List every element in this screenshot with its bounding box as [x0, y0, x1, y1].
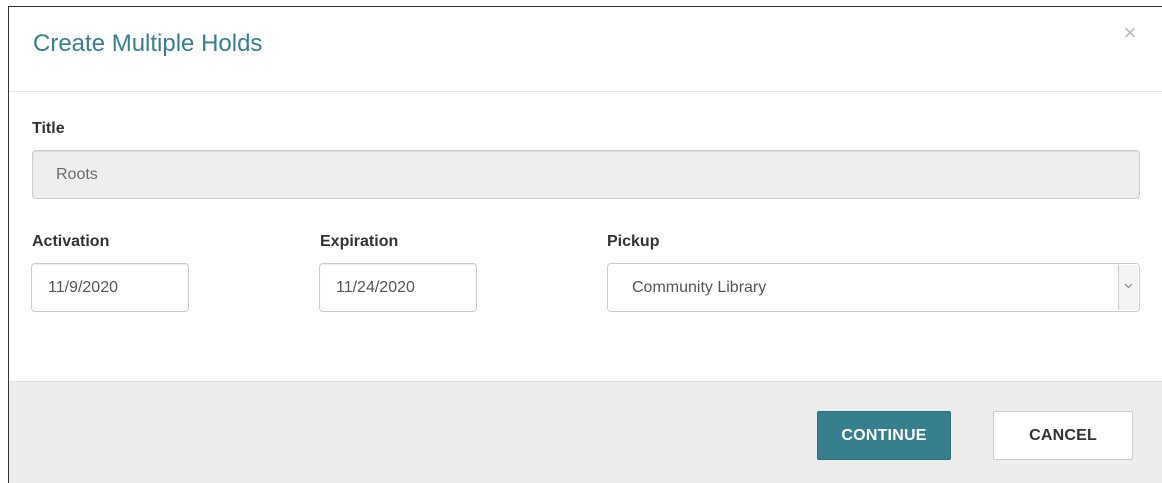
continue-button[interactable]: CONTINUE: [817, 411, 951, 460]
pickup-select[interactable]: Community Library: [607, 263, 1140, 312]
create-multiple-holds-dialog: Create Multiple Holds × Title Activation…: [8, 6, 1162, 483]
dialog-title: Create Multiple Holds: [33, 30, 263, 57]
title-label: Title: [32, 120, 65, 137]
activation-date-input[interactable]: [31, 263, 189, 312]
close-button[interactable]: ×: [1120, 20, 1140, 45]
title-field[interactable]: [32, 150, 1140, 199]
select-arrow-button[interactable]: [1118, 265, 1138, 310]
dialog-header: Create Multiple Holds ×: [9, 7, 1162, 92]
pickup-label: Pickup: [607, 233, 660, 250]
close-icon: ×: [1123, 20, 1137, 45]
pickup-selected-value: Community Library: [632, 279, 767, 296]
dialog-footer: CONTINUE CANCEL: [9, 381, 1162, 483]
activation-label: Activation: [32, 233, 110, 250]
chevron-down-icon: [1124, 283, 1133, 289]
expiration-label: Expiration: [320, 233, 399, 250]
expiration-date-input[interactable]: [319, 263, 477, 312]
cancel-button[interactable]: CANCEL: [993, 411, 1133, 460]
